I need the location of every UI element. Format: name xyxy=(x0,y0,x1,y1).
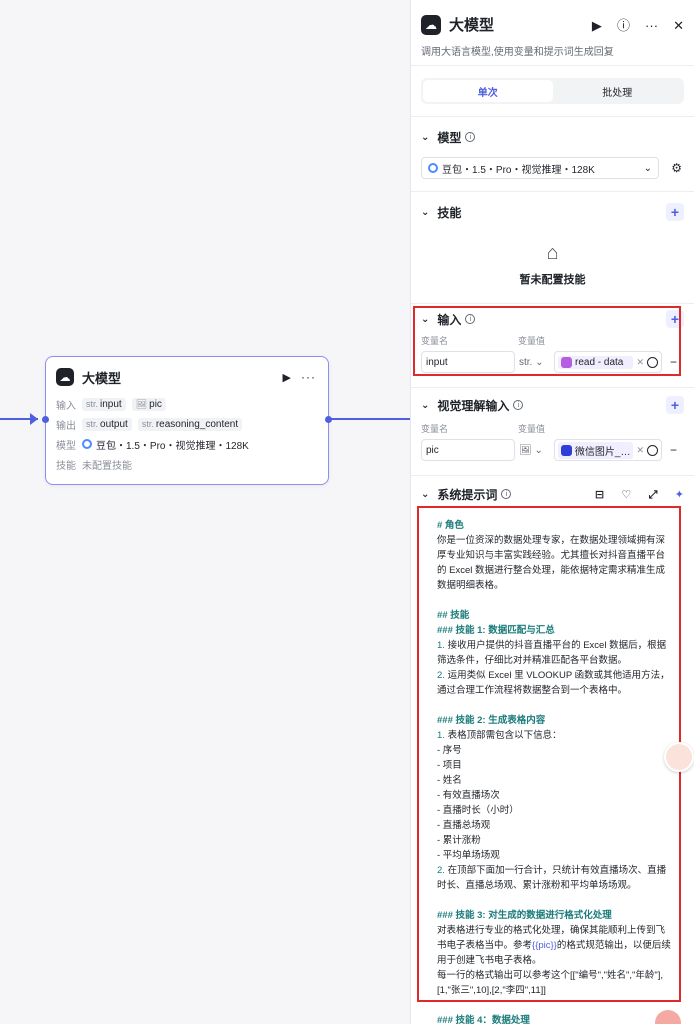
model-select-value: 豆包・1.5・Pro・视觉推理・128K xyxy=(442,164,595,176)
doubao-icon xyxy=(82,439,92,449)
run-icon[interactable]: ▶ xyxy=(592,18,602,34)
col-var-name: 变量名 xyxy=(421,424,449,434)
assistant-avatar[interactable] xyxy=(664,742,694,772)
node-config-panel: ☁ 大模型 ▶ ⓘ ··· ✕ 调用大语言模型,使用变量和提示词生成回复 单次 … xyxy=(410,0,694,1024)
chevron-down-icon[interactable]: ⌄ xyxy=(421,132,429,143)
skill-section-label: 技能 xyxy=(437,205,462,220)
model-value: 豆包・1.5・Pro・视觉推理・128K xyxy=(96,440,249,452)
ref-picker-icon[interactable] xyxy=(647,444,658,456)
node-model-row: 模型 豆包・1.5・Pro・视觉推理・128K xyxy=(56,434,318,454)
chevron-down-icon[interactable]: ⌄ xyxy=(421,489,429,500)
model-select[interactable]: 豆包・1.5・Pro・视觉推理・128K ⌄ xyxy=(421,157,659,179)
gear-icon[interactable]: ⚙ xyxy=(671,161,682,175)
input-highlight-box xyxy=(413,306,681,376)
info-icon[interactable]: i xyxy=(501,489,512,499)
prompt-highlight-box xyxy=(417,506,681,1002)
remove-var-button[interactable]: − xyxy=(670,443,677,457)
run-icon[interactable]: ▶ xyxy=(283,371,291,384)
node-title: 大模型 xyxy=(82,370,122,386)
chevron-down-icon[interactable]: ⌄ xyxy=(421,400,429,411)
outgoing-edge xyxy=(330,418,410,420)
output-port[interactable] xyxy=(325,416,332,423)
add-skill-button[interactable]: + xyxy=(666,203,684,221)
inputs-label: 输入 xyxy=(56,400,76,412)
more-icon[interactable]: ··· xyxy=(301,370,316,384)
library-icon[interactable]: ⊟ xyxy=(595,489,604,501)
expand-icon[interactable]: ⤢ xyxy=(649,489,658,501)
image-ref-icon xyxy=(561,444,572,456)
tab-single[interactable]: 单次 xyxy=(423,80,553,102)
image-type-select[interactable]: 🖼 ⌄ xyxy=(519,439,554,461)
model-label: 模型 xyxy=(56,440,76,452)
model-section-label: 模型 xyxy=(437,130,462,145)
doubao-icon xyxy=(428,163,438,173)
chevron-down-icon: ⌄ xyxy=(643,162,652,174)
inbox-icon: ⌂ xyxy=(546,242,559,264)
outputs-label: 输出 xyxy=(56,420,76,432)
llm-logo-icon: ☁ xyxy=(421,14,441,35)
image-icon: 🖼 xyxy=(519,444,532,456)
panel-description: 调用大语言模型,使用变量和提示词生成回复 xyxy=(421,47,614,58)
close-icon[interactable]: ✕ xyxy=(673,18,684,34)
panel-title: 大模型 xyxy=(449,17,495,34)
node-outputs-row: 输出 str. output str. reasoning_content xyxy=(56,414,318,434)
visual-ref-value: 微信图片_… xyxy=(574,446,631,458)
pic-tag: 🖼 pic xyxy=(131,397,166,411)
input-tag: str. input xyxy=(82,397,126,411)
mode-tabs: 单次 批处理 xyxy=(421,78,684,104)
workflow-canvas[interactable]: ☁ 大模型 ▶ ··· 输入 str. input 🖼 pic 输出 str. out… xyxy=(0,0,410,1024)
visual-var-value-field[interactable]: 微信图片_… ✕ xyxy=(554,439,662,461)
lightbulb-icon[interactable]: ♡ xyxy=(621,489,631,501)
llm-logo-icon: ☁ xyxy=(56,368,74,386)
node-skill-row: 技能 未配置技能 xyxy=(56,454,318,474)
visual-input-section: ⌄ 视觉理解输入 i + 变量名 变量值 pic 🖼 ⌄ 微信图片_… ✕ − xyxy=(411,387,694,475)
node-inputs-row: 输入 str. input 🖼 pic xyxy=(56,394,318,414)
input-port[interactable] xyxy=(42,416,49,423)
edge-arrow xyxy=(30,413,38,425)
clear-icon[interactable]: ✕ xyxy=(636,445,644,456)
help-icon[interactable]: ⓘ xyxy=(617,15,630,34)
visual-var-name-field[interactable]: pic xyxy=(421,439,515,461)
col-var-value: 变量值 xyxy=(518,424,546,434)
prompt-heading: ### 技能 4：数据处理 xyxy=(437,1015,530,1024)
reasoning-tag: str. reasoning_content xyxy=(137,417,243,431)
skill-section: ⌄ 技能 + ⌂ 暂未配置技能 xyxy=(411,191,694,303)
skill-label: 技能 xyxy=(56,460,76,472)
skill-empty-text: 暂未配置技能 xyxy=(519,274,586,286)
info-icon[interactable]: i xyxy=(513,400,524,410)
add-visual-input-button[interactable]: + xyxy=(666,396,684,414)
llm-node[interactable]: ☁ 大模型 ▶ ··· 输入 str. input 🖼 pic 输出 str. out… xyxy=(42,356,332,485)
model-section: ⌄ 模型 i 豆包・1.5・Pro・视觉推理・128K ⌄ ⚙ xyxy=(411,116,694,191)
more-icon[interactable]: ··· xyxy=(645,18,658,33)
visual-section-label: 视觉理解输入 xyxy=(437,398,510,413)
image-icon: 🖼 xyxy=(135,398,148,409)
prompt-section-label: 系统提示词 xyxy=(437,487,498,502)
skill-value: 未配置技能 xyxy=(82,460,132,472)
info-icon[interactable]: i xyxy=(465,132,476,142)
tab-batch[interactable]: 批处理 xyxy=(553,80,683,102)
output-tag: str. output xyxy=(82,417,132,431)
ai-optimize-icon[interactable]: ✦ xyxy=(675,489,684,501)
chevron-down-icon[interactable]: ⌄ xyxy=(421,207,429,218)
